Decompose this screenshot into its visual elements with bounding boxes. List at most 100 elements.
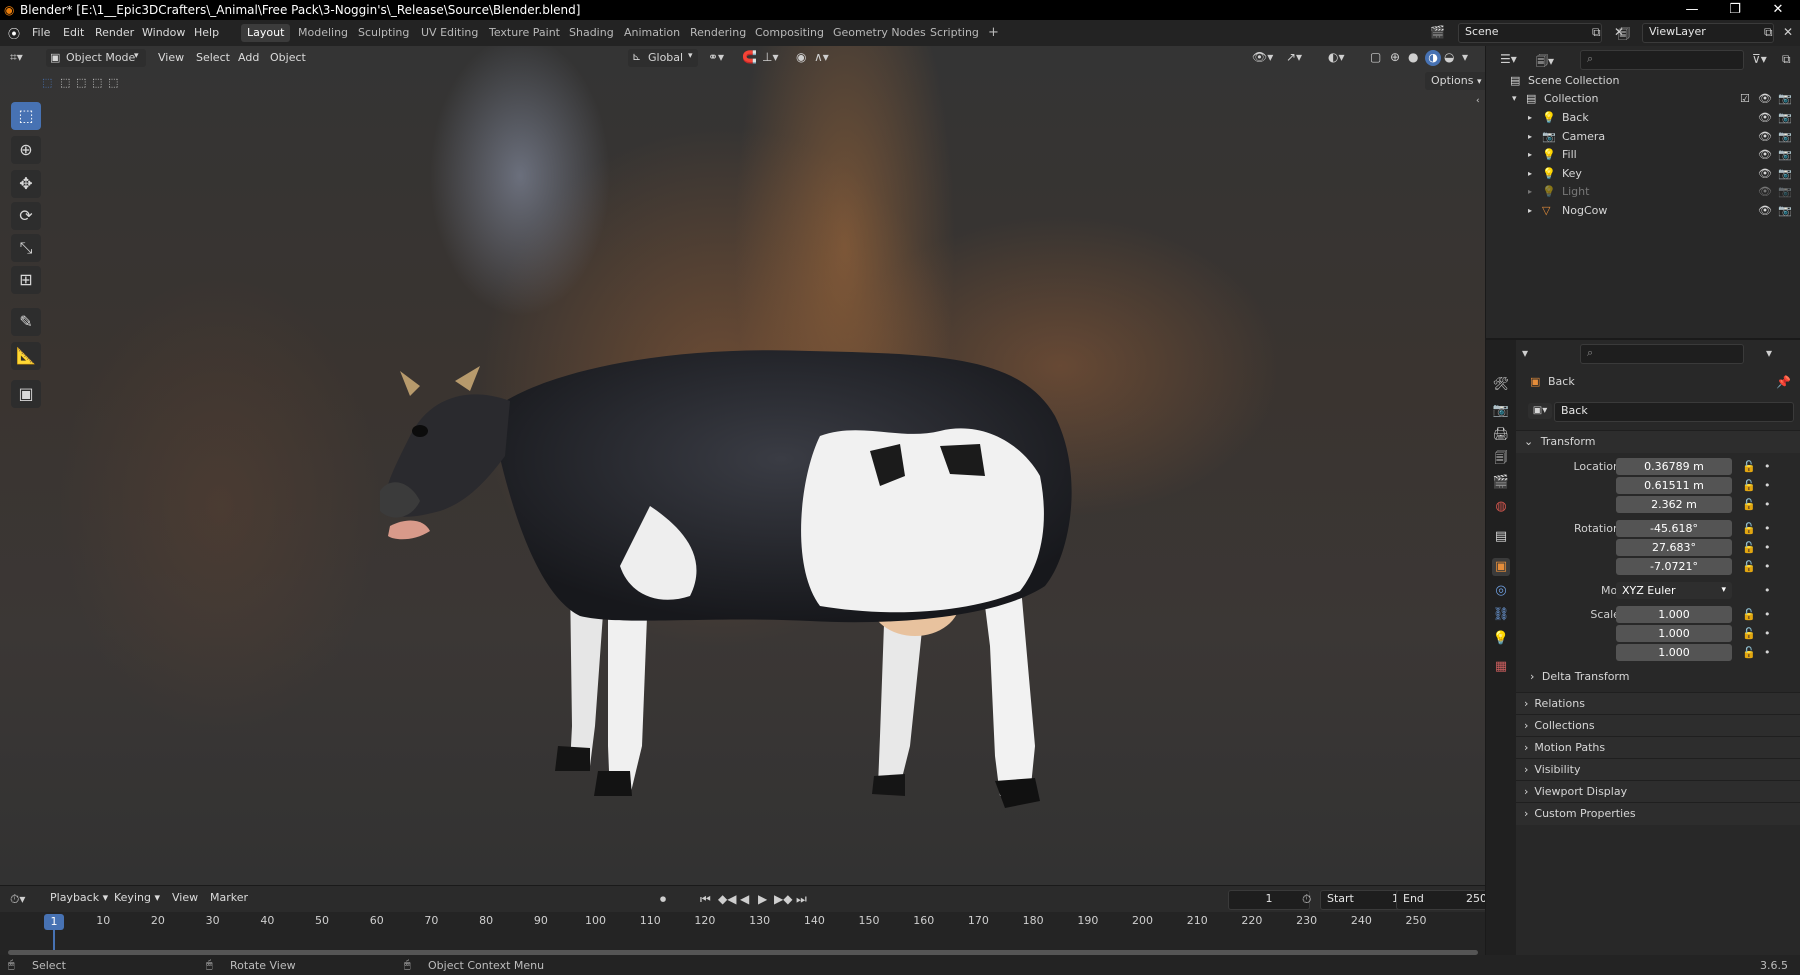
rendered-shading-icon[interactable]: ◒ <box>1444 50 1454 64</box>
panel-visibility[interactable]: › Visibility <box>1516 758 1800 781</box>
measure-tool[interactable]: 📐 <box>11 342 41 370</box>
expand-arrow-icon[interactable]: ▸ <box>1528 183 1532 201</box>
keyframe-dot-icon[interactable]: • <box>1764 560 1771 573</box>
render-icon[interactable]: 📷 <box>1778 146 1792 164</box>
add-cube-tool[interactable]: ▣ <box>11 380 41 408</box>
texture-tab-icon[interactable]: ▦ <box>1492 658 1510 676</box>
filter-icon[interactable]: ⊽▾ <box>1752 52 1767 66</box>
pivot-icon[interactable]: ⚭▾ <box>708 50 724 64</box>
display-mode-icon[interactable]: 🗐▾ <box>1536 52 1554 73</box>
end-frame-field[interactable]: End 250 <box>1396 890 1494 910</box>
timeline-editor[interactable]: ⏱▾ Playback ▾ Keying ▾ View Marker ⏺ ⏮ ◆… <box>0 885 1494 956</box>
options-button[interactable]: Options ▾ <box>1425 72 1485 90</box>
outliner[interactable]: ☰▾ 🗐▾ ⌕ ⊽▾ ⧉ ▤ Scene Collection ▾ ▤ Coll… <box>1485 46 1800 338</box>
lock-icon[interactable]: 🔓 <box>1742 560 1756 573</box>
sidebar-toggle-icon[interactable]: ‹ <box>1476 96 1480 106</box>
outliner-row-light[interactable]: ▸ 💡 Light 👁 📷 <box>1486 183 1800 201</box>
render-icon[interactable]: 📷 <box>1778 109 1792 127</box>
rotate-tool[interactable]: ⟳ <box>11 202 41 230</box>
select-extend-icon[interactable]: ⬚ <box>60 76 70 89</box>
menu-timeline-view[interactable]: View <box>168 889 202 907</box>
current-frame-field[interactable]: 1 <box>1228 890 1310 910</box>
physics-tab-icon[interactable]: ◎ <box>1492 582 1510 600</box>
location-y-field[interactable]: 0.61511 m <box>1616 477 1732 494</box>
playhead-frame[interactable]: 1 <box>44 914 64 930</box>
object-name-field[interactable]: Back <box>1554 402 1794 422</box>
view-layer-field[interactable]: ViewLayer <box>1642 23 1774 43</box>
rotation-y-field[interactable]: 27.683° <box>1616 539 1732 556</box>
select-box-tool[interactable]: ⬚ <box>11 102 41 130</box>
object-data-tab-icon[interactable]: 💡 <box>1492 630 1510 648</box>
menu-keying[interactable]: Keying ▾ <box>110 889 164 907</box>
jump-start-icon[interactable]: ⏮ <box>700 892 711 907</box>
3d-viewport[interactable]: ⌗▾ ▣ Object Mode ▾ View Select Add Objec… <box>0 46 1485 885</box>
rotation-mode-select[interactable]: XYZ Euler ▾ <box>1616 582 1732 599</box>
world-tab-icon[interactable]: ◍ <box>1492 498 1510 516</box>
expand-arrow-icon[interactable]: ▾ <box>1512 90 1517 108</box>
eye-icon[interactable]: 👁 <box>1758 109 1772 127</box>
new-collection-icon[interactable]: ⧉ <box>1782 52 1791 67</box>
properties-editor[interactable]: 🛠 📷 🖨 🗐 🎬 ◍ ▤ ▣ ◎ ⛓ 💡 ▦ ▾ ⌕ ▾ ▣ Back 📌 ▣… <box>1485 338 1800 957</box>
menu-select[interactable]: Select <box>192 49 234 67</box>
mode-selector[interactable]: ▣ Object Mode ▾ <box>46 49 146 67</box>
keyframe-dot-icon[interactable]: • <box>1764 646 1771 659</box>
location-z-field[interactable]: 2.362 m <box>1616 496 1732 513</box>
keyframe-dot-icon[interactable]: • <box>1764 479 1771 492</box>
shading-options-icon[interactable]: ▾ <box>1462 50 1468 64</box>
scene-icon[interactable]: 🎬 <box>1430 25 1445 39</box>
constraints-tab-icon[interactable]: ⛓ <box>1492 606 1510 624</box>
delta-transform-subpanel[interactable]: › Delta Transform <box>1530 670 1629 683</box>
tab-geometry-nodes[interactable]: Geometry Nodes <box>827 24 932 42</box>
timeline-editor-type-icon[interactable]: ⏱▾ <box>10 892 25 907</box>
cursor-tool[interactable]: ⊕ <box>11 136 41 164</box>
panel-relations[interactable]: › Relations <box>1516 692 1800 715</box>
menu-help[interactable]: Help <box>194 26 219 39</box>
menu-add[interactable]: Add <box>234 49 263 67</box>
eye-icon[interactable]: 👁 <box>1758 202 1772 220</box>
lock-icon[interactable]: 🔓 <box>1742 608 1756 621</box>
tab-uv-editing[interactable]: UV Editing <box>415 24 484 42</box>
new-scene-icon[interactable]: ⧉ <box>1592 25 1601 40</box>
outliner-row-camera[interactable]: ▸ 📷 Camera 👁 📷 <box>1486 128 1800 146</box>
render-icon[interactable]: 📷 <box>1778 165 1792 183</box>
location-x-field[interactable]: 0.36789 m <box>1616 458 1732 475</box>
properties-search-input[interactable]: ⌕ <box>1580 344 1744 364</box>
keyframe-dot-icon[interactable]: • <box>1764 627 1771 640</box>
keyframe-dot-icon[interactable]: • <box>1764 608 1771 621</box>
rotation-z-field[interactable]: -7.0721° <box>1616 558 1732 575</box>
outliner-row-nogcow[interactable]: ▸ ▽ NogCow 👁 📷 <box>1486 202 1800 220</box>
tab-texture-paint[interactable]: Texture Paint <box>483 24 566 42</box>
expand-arrow-icon[interactable]: ▸ <box>1528 109 1532 127</box>
play-reverse-icon[interactable]: ◀ <box>740 892 749 906</box>
scale-y-field[interactable]: 1.000 <box>1616 625 1732 642</box>
new-view-layer-icon[interactable]: ⧉ <box>1764 25 1773 40</box>
visibility-selector-icon[interactable]: 👁▾ <box>1252 50 1273 64</box>
eye-icon[interactable]: 👁 <box>1758 183 1772 201</box>
cow-model[interactable] <box>380 326 1100 856</box>
render-icon[interactable]: 📷 <box>1778 183 1792 201</box>
menu-window[interactable]: Window <box>142 26 185 39</box>
menu-object[interactable]: Object <box>266 49 310 67</box>
menu-render[interactable]: Render <box>95 26 134 39</box>
add-workspace-button[interactable]: + <box>982 24 1005 42</box>
eye-icon[interactable]: 👁 <box>1758 146 1772 164</box>
object-tab-icon[interactable]: ▣ <box>1492 558 1510 576</box>
output-tab-icon[interactable]: 🖨 <box>1492 426 1510 444</box>
transform-panel-header[interactable]: ⌄ Transform <box>1516 430 1800 453</box>
tab-rendering[interactable]: Rendering <box>684 24 752 42</box>
gizmo-icon[interactable]: ↗▾ <box>1286 50 1302 64</box>
wireframe-shading-icon[interactable]: ⊕ <box>1390 50 1400 64</box>
object-browse-button[interactable]: ▣▾ <box>1528 403 1552 419</box>
panel-collections[interactable]: › Collections <box>1516 714 1800 737</box>
outliner-row-back[interactable]: ▸ 💡 Back 👁 📷 <box>1486 109 1800 127</box>
select-subtract-icon[interactable]: ⬚ <box>76 76 86 89</box>
transform-orientation[interactable]: ⊾ Global ▾ <box>628 49 698 67</box>
transform-tool[interactable]: ⊞ <box>11 266 41 294</box>
delete-view-layer-icon[interactable]: ✕ <box>1783 25 1793 39</box>
maximize-button[interactable]: ❐ <box>1715 2 1755 17</box>
expand-arrow-icon[interactable]: ▸ <box>1528 165 1532 183</box>
lock-icon[interactable]: 🔓 <box>1742 541 1756 554</box>
outliner-row-fill[interactable]: ▸ 💡 Fill 👁 📷 <box>1486 146 1800 164</box>
outliner-row-scene-collection[interactable]: ▤ Scene Collection <box>1486 72 1800 90</box>
annotate-tool[interactable]: ✎ <box>11 308 41 336</box>
